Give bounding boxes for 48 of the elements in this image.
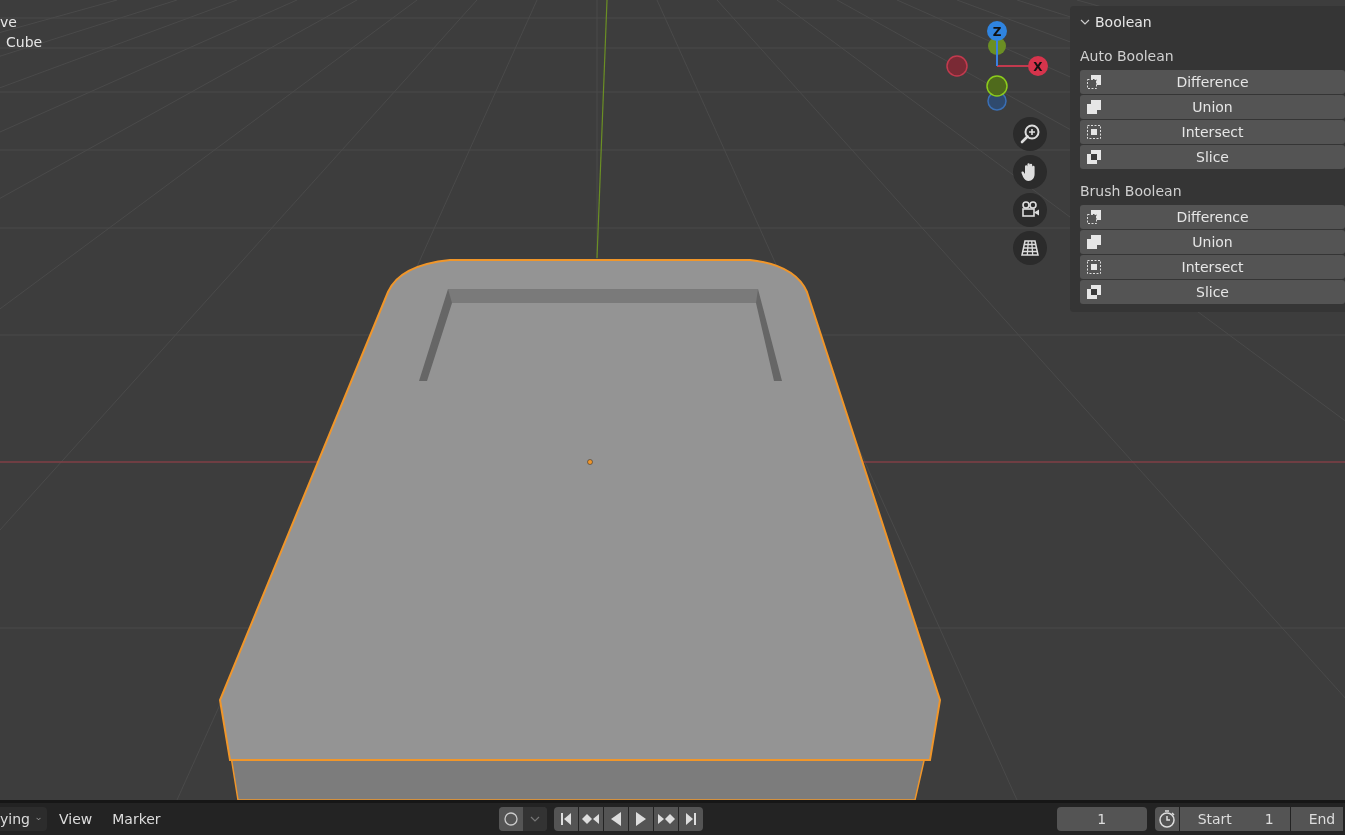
- difference-icon: [1086, 74, 1102, 90]
- boolean-button[interactable]: Intersect: [1080, 255, 1345, 279]
- union-icon: [1086, 99, 1102, 115]
- current-frame-field[interactable]: 1: [1056, 807, 1147, 831]
- rounded-slab-drawing[interactable]: [219, 259, 941, 800]
- circle-icon: [502, 811, 519, 827]
- boolean-button[interactable]: Difference: [1080, 70, 1345, 94]
- panel-header[interactable]: Boolean: [1080, 10, 1152, 34]
- jump-start-icon[interactable]: [553, 807, 578, 831]
- menu-item[interactable]: View: [51, 811, 101, 827]
- viewport[interactable]: Z X ve Cube Boolean Auto Boolean Difference Union Intersect Slice Brush Boolean Difference Union Intersect Slice: [0, 0, 1345, 800]
- play-icon[interactable]: [628, 807, 653, 831]
- section-heading: Brush Boolean: [1080, 183, 1183, 199]
- boolean-button[interactable]: Slice: [1080, 280, 1345, 304]
- hand-icon[interactable]: [1013, 155, 1047, 189]
- menu-item[interactable]: Marker: [104, 811, 169, 827]
- boolean-button[interactable]: Union: [1080, 230, 1345, 254]
- difference-icon: [1086, 209, 1102, 225]
- end-frame-field[interactable]: End: [1290, 807, 1343, 831]
- next-keyframe-icon[interactable]: [653, 807, 678, 831]
- chevron-icon: [35, 816, 41, 822]
- axis-gizmo[interactable]: Z X: [946, 21, 1048, 111]
- chevron-icon: [1080, 17, 1090, 27]
- prev-keyframe-icon[interactable]: [578, 807, 603, 831]
- section-heading: Auto Boolean: [1080, 48, 1175, 64]
- jump-end-icon[interactable]: [678, 807, 703, 831]
- intersect-icon: [1086, 124, 1102, 140]
- union-icon: [1086, 234, 1102, 250]
- slice-icon: [1086, 284, 1102, 300]
- boolean-button[interactable]: Difference: [1080, 205, 1345, 229]
- start-frame-field[interactable]: Start 1: [1179, 807, 1290, 831]
- slice-icon: [1086, 149, 1102, 165]
- play-reverse-icon[interactable]: [603, 807, 628, 831]
- camera-icon[interactable]: [1013, 193, 1047, 227]
- record-button[interactable]: [498, 807, 523, 831]
- boolean-button[interactable]: Union: [1080, 95, 1345, 119]
- boolean-button[interactable]: Intersect: [1080, 120, 1345, 144]
- intersect-icon: [1086, 259, 1102, 275]
- viewport-overlay-text: ve: [0, 14, 18, 30]
- mode-dropdown[interactable]: ying: [0, 807, 47, 831]
- boolean-button[interactable]: Slice: [1080, 145, 1345, 169]
- stopwatch-icon[interactable]: [1154, 807, 1179, 831]
- axis-label: X: [1033, 60, 1043, 74]
- viewport-overlay-text: Cube: [5, 34, 43, 50]
- zoom-icon[interactable]: [1013, 117, 1047, 151]
- origin-dot: [587, 459, 593, 465]
- axis-label: Z: [992, 25, 1002, 39]
- grid-icon[interactable]: [1013, 231, 1047, 265]
